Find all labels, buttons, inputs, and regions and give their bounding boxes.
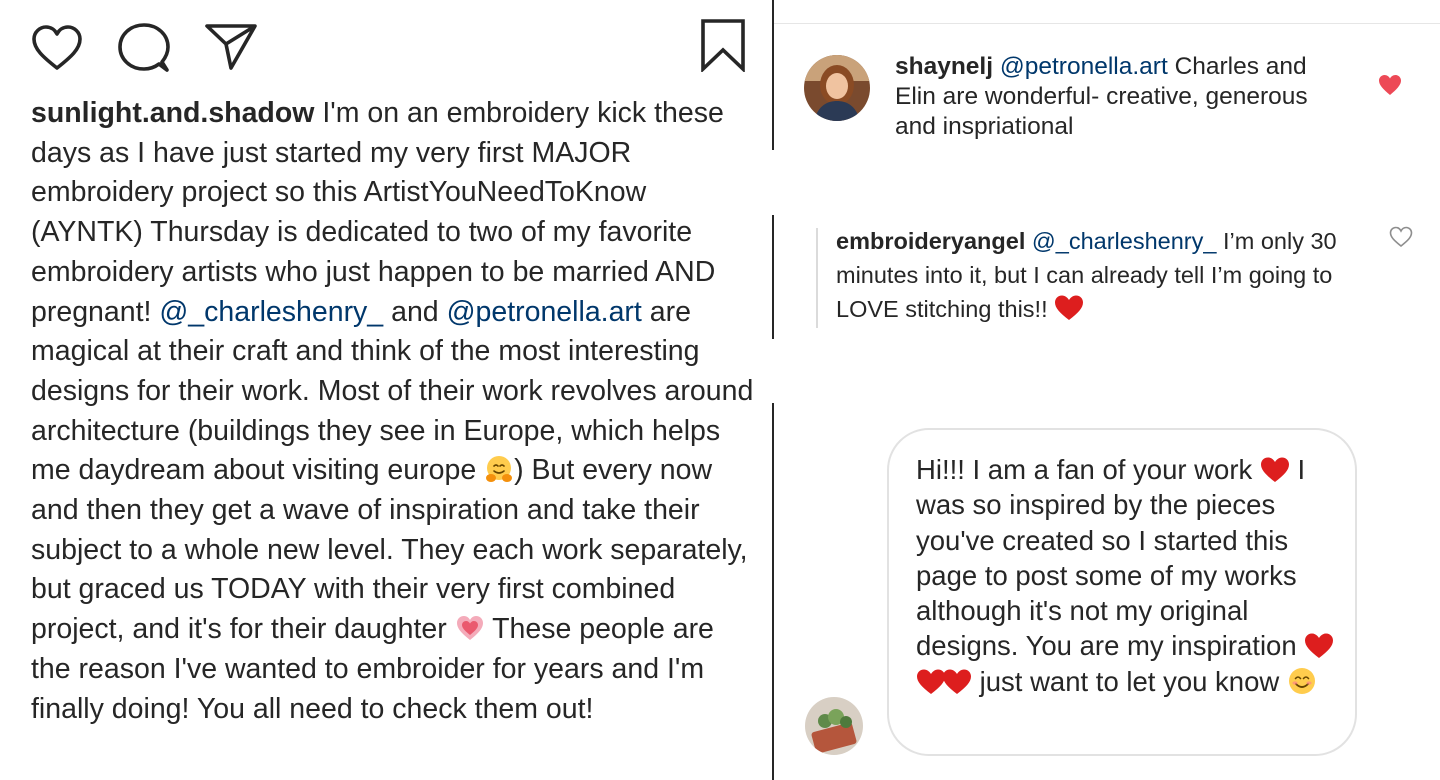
panel-divider (772, 215, 774, 339)
liked-heart-icon[interactable] (1378, 74, 1402, 96)
sparkling-heart-icon (456, 616, 483, 641)
sender-avatar[interactable] (805, 697, 863, 755)
hugging-face-icon (486, 456, 513, 483)
red-heart-icon (1260, 457, 1289, 482)
message-body: I was so inspired by the pieces you've c… (916, 454, 1306, 662)
red-heart-icon (1055, 295, 1084, 320)
comment-icon[interactable] (117, 22, 171, 74)
message-text: Hi!!! I am a fan of your work I was so i… (916, 452, 1341, 699)
post-caption: sunlight.and.shadow I'm on an embroidery… (31, 94, 756, 729)
message-body: Hi!!! I am a fan of your work (916, 454, 1260, 485)
red-heart-icon (1305, 633, 1334, 659)
caption-text: I'm on an embroidery kick these days as … (31, 97, 724, 328)
panel-divider (772, 403, 774, 780)
comment-username[interactable]: shaynelj (895, 53, 993, 80)
mention-link[interactable]: @_charleshenry_ (1032, 228, 1217, 254)
like-heart-icon[interactable] (1389, 226, 1413, 248)
share-icon[interactable] (203, 22, 259, 72)
smiling-face-icon (1288, 667, 1315, 694)
message-body: just want to let you know (972, 665, 1287, 697)
mention-link[interactable]: @petronella.art (447, 296, 642, 328)
mention-link[interactable]: @_charleshenry_ (159, 296, 383, 328)
comment-username[interactable]: embroideryangel (836, 228, 1025, 254)
comment-text: embroideryangel @_charleshenry_ I’m only… (836, 225, 1366, 326)
caption-username[interactable]: sunlight.and.shadow (31, 97, 314, 129)
bookmark-icon[interactable] (699, 18, 747, 72)
top-rule (774, 23, 1440, 24)
reply-thread-line (816, 228, 818, 328)
red-heart-icon (943, 669, 971, 694)
avatar[interactable] (804, 55, 870, 121)
caption-text: and (383, 295, 447, 328)
comment-text: shaynelj @petronella.art Charles and Eli… (895, 52, 1345, 142)
mention-link[interactable]: @petronella.art (1000, 53, 1168, 80)
heart-icon[interactable] (31, 24, 83, 72)
post-panel: sunlight.and.shadow I'm on an embroidery… (0, 0, 772, 780)
